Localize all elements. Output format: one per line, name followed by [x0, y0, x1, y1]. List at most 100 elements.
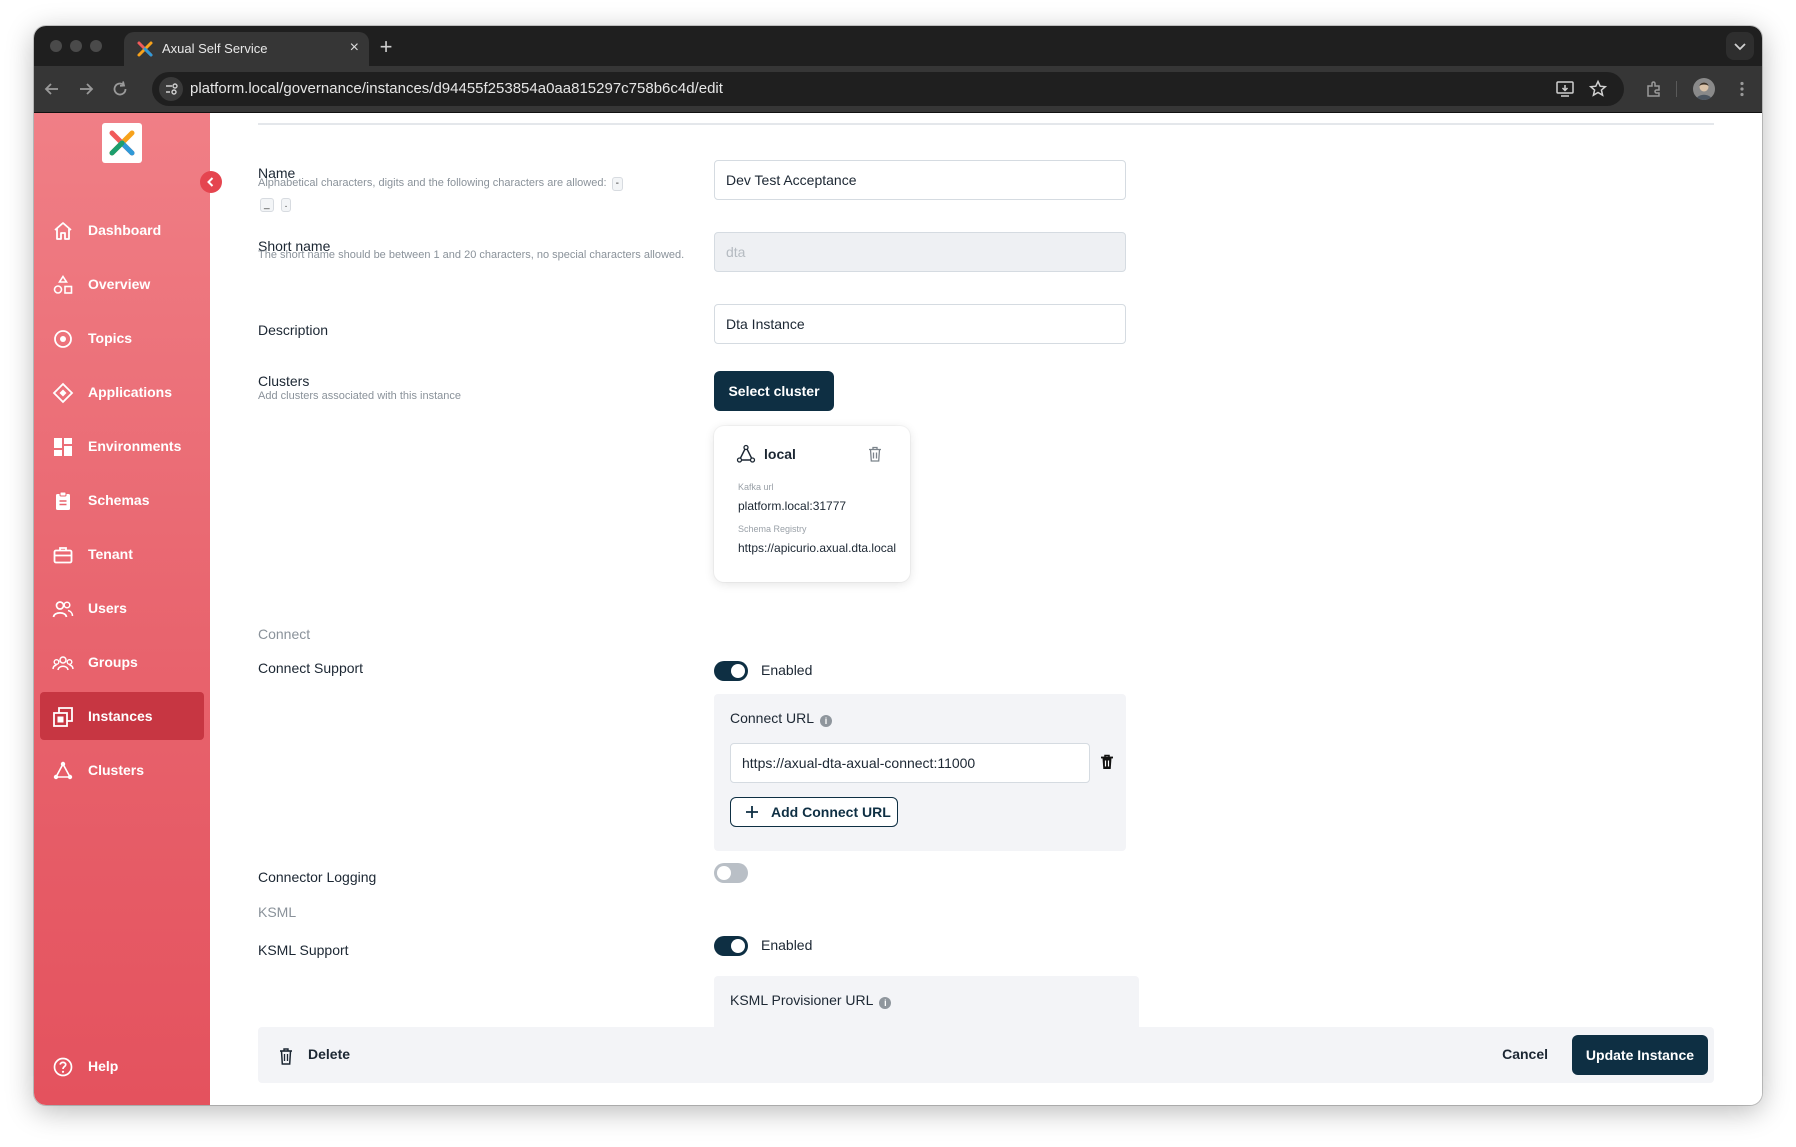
sidebar-collapse-button[interactable] — [200, 171, 222, 193]
sidebar-item-overview[interactable]: Overview — [40, 260, 204, 308]
sidebar-item-applications[interactable]: Applications — [40, 368, 204, 416]
connect-support-state: Enabled — [761, 662, 813, 678]
sidebar-item-label: Dashboard — [88, 222, 162, 238]
url-text[interactable]: platform.local/governance/instances/d944… — [190, 80, 723, 97]
tab-search-button[interactable] — [1726, 32, 1754, 60]
diamond-icon — [52, 382, 74, 404]
groups-icon — [52, 656, 74, 671]
trash-icon[interactable] — [278, 1046, 294, 1066]
cluster-icon — [736, 444, 756, 463]
sidebar-item-clusters[interactable]: Clusters — [40, 746, 204, 794]
sidebar-item-schemas[interactable]: Schemas — [40, 476, 204, 524]
users-icon — [52, 601, 74, 618]
toggle-knob — [731, 664, 745, 678]
sidebar-item-label: Tenant — [88, 546, 133, 562]
forward-arrow-icon[interactable] — [76, 79, 96, 99]
schema-registry-value: https://apicurio.axual.dta.local — [738, 541, 897, 555]
profile-avatar[interactable] — [1693, 78, 1715, 100]
cluster-name: local — [764, 446, 796, 462]
maximize-window-dot[interactable] — [90, 40, 102, 52]
schema-registry-label: Schema Registry — [738, 524, 807, 534]
cancel-button[interactable]: Cancel — [1502, 1046, 1548, 1062]
info-icon[interactable]: i — [879, 997, 892, 1009]
allowed-char-chip: . — [280, 198, 292, 212]
info-icon[interactable]: i — [820, 715, 833, 727]
ksml-support-label: KSML Support — [258, 942, 349, 958]
browser-menu-icon[interactable] — [1732, 79, 1752, 99]
browser-toolbar: platform.local/governance/instances/d944… — [34, 66, 1762, 113]
sidebar-item-label: Groups — [88, 654, 138, 670]
close-window-dot[interactable] — [50, 40, 62, 52]
connect-url-title: Connect URL i — [730, 710, 833, 727]
chevron-down-icon — [1734, 43, 1746, 51]
ksml-section-title: KSML — [258, 904, 297, 920]
ksml-support-toggle[interactable] — [714, 936, 748, 956]
connect-section-title: Connect — [258, 626, 311, 642]
toggle-knob — [731, 939, 745, 953]
browser-window: Axual Self Service × + platform.local/go… — [34, 26, 1762, 1105]
delete-button[interactable]: Delete — [308, 1046, 350, 1062]
sidebar-item-label: Topics — [88, 330, 133, 346]
short-name-help: The short name should be between 1 and 2… — [258, 249, 685, 261]
chevron-left-icon — [207, 177, 214, 187]
toggle-knob — [717, 866, 731, 880]
tenant-icon — [53, 547, 73, 564]
install-app-icon[interactable] — [1555, 79, 1575, 99]
description-input[interactable]: Dta Instance — [714, 304, 1126, 344]
grid-icon — [54, 438, 72, 456]
description-label: Description — [258, 322, 329, 338]
sidebar-item-users[interactable]: Users — [40, 584, 204, 632]
cluster-icon — [53, 761, 73, 780]
connector-logging-label: Connector Logging — [258, 869, 377, 885]
sidebar-item-label: Overview — [88, 276, 151, 292]
sidebar-item-groups[interactable]: Groups — [40, 638, 204, 686]
connect-url-input[interactable]: https://axual-dta-axual-connect:11000 — [730, 743, 1090, 783]
sidebar-item-tenant[interactable]: Tenant — [40, 530, 204, 578]
extensions-icon[interactable] — [1644, 79, 1664, 99]
ksml-support-state: Enabled — [761, 937, 813, 953]
sidebar-item-help[interactable]: Help — [40, 1042, 204, 1090]
connect-support-toggle[interactable] — [714, 661, 748, 681]
new-tab-button[interactable]: + — [370, 32, 402, 64]
trash-icon[interactable] — [866, 445, 884, 463]
sidebar-item-topics[interactable]: Topics — [40, 314, 204, 362]
axual-logo-icon — [109, 130, 135, 156]
axual-logo[interactable] — [102, 123, 142, 163]
sidebar-item-dashboard[interactable]: Dashboard — [40, 206, 204, 254]
add-connect-url-button[interactable]: Add Connect URL — [730, 797, 898, 827]
back-arrow-icon[interactable] — [42, 79, 62, 99]
kafka-url-value: platform.local:31777 — [738, 499, 847, 513]
main-content: Name Alphabetical characters, digits and… — [210, 113, 1762, 1105]
form-action-bar: Delete Cancel Update Instance — [258, 1027, 1714, 1083]
tab-close-icon[interactable]: × — [350, 39, 359, 57]
page-divider — [258, 123, 1714, 125]
reload-icon[interactable] — [110, 79, 130, 99]
shapes-icon — [53, 275, 73, 294]
app-root: Dashboard Overview Topics Applications E… — [34, 113, 1762, 1105]
update-instance-button[interactable]: Update Instance — [1572, 1035, 1708, 1075]
sidebar-item-label: Users — [88, 600, 127, 616]
sidebar-item-label: Clusters — [88, 762, 145, 778]
address-bar[interactable]: platform.local/governance/instances/d944… — [152, 72, 1624, 106]
allowed-char-chip: - — [611, 177, 623, 191]
connector-logging-toggle[interactable] — [714, 863, 748, 883]
site-settings-icon[interactable] — [159, 77, 183, 101]
trash-icon[interactable] — [1098, 753, 1116, 771]
sidebar-item-label: Instances — [88, 708, 153, 724]
browser-tabstrip: Axual Self Service × + — [34, 26, 1762, 66]
browser-tab[interactable]: Axual Self Service × — [124, 32, 369, 66]
sidebar-item-environments[interactable]: Environments — [40, 422, 204, 470]
connect-support-label: Connect Support — [258, 660, 364, 676]
sidebar-item-instances[interactable]: Instances — [40, 692, 204, 740]
clipboard-icon — [56, 491, 70, 510]
sidebar-item-label: Applications — [88, 384, 173, 400]
name-help: Alphabetical characters, digits and the … — [258, 173, 678, 215]
bookmark-star-icon[interactable] — [1588, 79, 1608, 99]
short-name-input: dta — [714, 232, 1126, 272]
select-cluster-button[interactable]: Select cluster — [714, 371, 834, 411]
connect-url-panel: Connect URL i https://axual-dta-axual-con… — [714, 694, 1126, 851]
sidebar: Dashboard Overview Topics Applications E… — [34, 113, 210, 1105]
name-input[interactable]: Dev Test Acceptance — [714, 160, 1126, 200]
minimize-window-dot[interactable] — [70, 40, 82, 52]
ksml-provisioner-title: KSML Provisioner URL i — [730, 992, 892, 1009]
